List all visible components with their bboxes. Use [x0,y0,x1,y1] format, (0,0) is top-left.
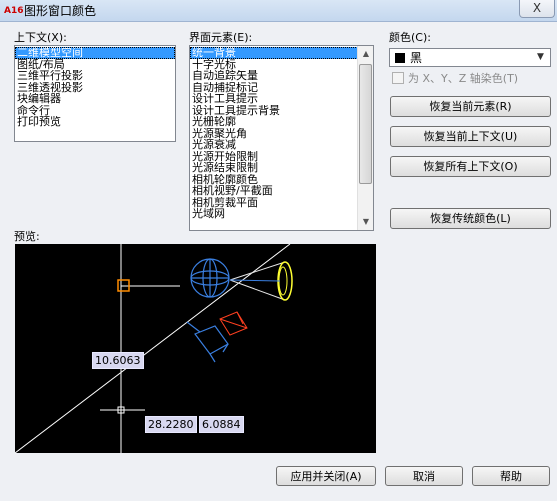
list-item[interactable]: 设计工具提示 [190,93,358,105]
dimension-angle-value: 6.0884 [199,416,244,433]
list-item[interactable]: 相机视野/平截面 [190,185,358,197]
list-item[interactable]: 光源衰减 [190,139,358,151]
restore-current-context-button[interactable]: 恢复当前上下文(U) [390,126,551,147]
chevron-down-icon[interactable]: ▼ [533,50,548,65]
preview-canvas: 10.6063 28.2280 6.0884 [15,244,376,453]
spotlight-icon [229,261,293,301]
window-title: 图形窗口颜色 [24,4,97,18]
interface-elements-listbox[interactable]: 统一背景 十字光标 自动追踪矢量 自动捕捉标记 设计工具提示 设计工具提示背景 光栅轮廓 光源… [189,45,374,231]
tint-axes-checkbox[interactable] [392,72,404,84]
scroll-down-icon[interactable]: ▼ [358,214,373,230]
context-label: 上下文(X): [14,31,67,44]
scroll-up-icon[interactable]: ▲ [358,46,373,62]
list-item[interactable]: 十字光标 [190,59,358,71]
camera-icon [186,321,229,363]
list-item[interactable]: 自动追踪矢量 [190,70,358,82]
list-item[interactable]: 光域网 [190,208,358,220]
window: A16 图形窗口颜色 X 上下文(X): 二维模型空间 图纸/布局 三维平行投影 三维… [0,0,557,501]
list-item[interactable]: 光源结束限制 [190,162,358,174]
list-item[interactable]: 设计工具提示背景 [190,105,358,117]
list-item[interactable]: 三维平行投影 [15,70,175,82]
list-item[interactable]: 三维透视投影 [15,82,175,94]
restore-current-element-button[interactable]: 恢复当前元素(R) [390,96,551,117]
color-label: 颜色(C): [389,31,431,44]
title-bar: A16 图形窗口颜色 X [0,0,557,22]
list-item[interactable]: 光栅轮廓 [190,116,358,128]
list-item[interactable]: 自动捕捉标记 [190,82,358,94]
list-item[interactable]: 图纸/布局 [15,59,175,71]
list-item[interactable]: 光源聚光角 [190,128,358,140]
autocad-app-icon: A16 [4,6,24,16]
cancel-button[interactable]: 取消 [385,466,463,486]
dimension-horizontal-value: 28.2280 [145,416,197,433]
color-dropdown[interactable]: 黑 ▼ [389,48,551,67]
apply-and-close-button[interactable]: 应用并关闭(A) [276,466,376,486]
help-button[interactable]: 帮助 [472,466,550,486]
color-value: 黑 [410,51,423,65]
tint-axes-label: 为 X、Y、Z 轴染色(T) [408,72,519,85]
list-item[interactable]: 光源开始限制 [190,151,358,163]
scroll-thumb[interactable] [359,64,372,184]
color-swatch [395,53,405,63]
list-item[interactable]: 统一背景 [190,47,358,59]
context-listbox[interactable]: 二维模型空间 图纸/布局 三维平行投影 三维透视投影 块编辑器 命令行 打印预览 [14,45,176,142]
list-item[interactable]: 命令行 [15,105,175,117]
list-item[interactable]: 打印预览 [15,116,175,128]
list-item[interactable]: 块编辑器 [15,93,175,105]
dimension-vertical-value: 10.6063 [92,352,144,369]
list-item[interactable]: 二维模型空间 [15,47,175,59]
restore-classic-colors-button[interactable]: 恢复传统颜色(L) [390,208,551,229]
camera-frustum-icon [219,311,248,336]
list-item[interactable]: 相机轮廓颜色 [190,174,358,186]
elements-scrollbar[interactable]: ▲ ▼ [357,46,373,230]
list-item[interactable]: 相机剪裁平面 [190,197,358,209]
interface-elements-label: 界面元素(E): [189,31,253,44]
point-light-icon [190,258,230,298]
preview-label: 预览: [14,230,40,243]
restore-all-contexts-button[interactable]: 恢复所有上下文(O) [390,156,551,177]
close-button[interactable]: X [519,0,555,18]
